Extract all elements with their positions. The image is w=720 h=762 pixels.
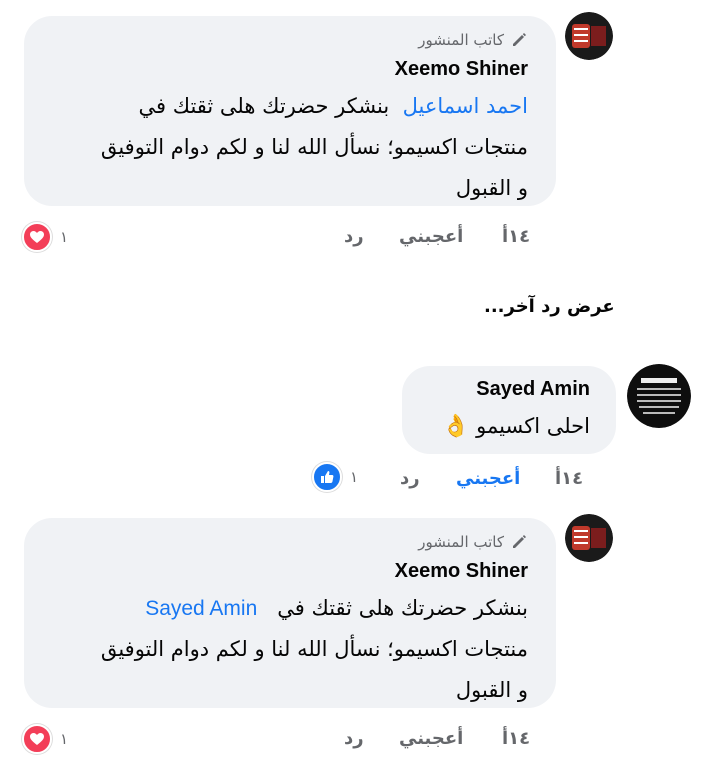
author-badge: كاتب المنشور <box>418 31 528 49</box>
reply-link[interactable]: رد <box>344 226 364 247</box>
like-icon <box>312 462 342 492</box>
author-badge-label: كاتب المنشور <box>418 533 504 551</box>
like-link[interactable]: أعجبني <box>456 468 520 489</box>
comment-time[interactable]: ١٤أ <box>502 226 530 247</box>
xeemo-logo-icon <box>565 12 613 60</box>
comment-bubble: Sayed Amin احلى اكسيمو 👌 <box>402 366 616 454</box>
comment-text: احمد اسماعيل بنشكر حضرتك هلى ثقتك في منت… <box>28 86 528 209</box>
ok-hand-emoji-icon: 👌 <box>442 414 470 439</box>
comment-text: بنشكر حضرتك هلى ثقتك في Sayed Amin منتجا… <box>28 588 528 711</box>
avatar-xeemo[interactable] <box>565 514 613 562</box>
comment-text-line: بنشكر حضرتك هلى ثقتك في <box>138 94 390 118</box>
author-badge: كاتب المنشور <box>418 533 528 551</box>
reaction-summary[interactable]: ١ <box>22 222 68 252</box>
avatar-sayed[interactable] <box>627 364 691 428</box>
comment-text: احلى اكسيمو 👌 <box>410 406 590 447</box>
author-name[interactable]: Xeemo Shiner <box>395 560 528 583</box>
reaction-count: ١ <box>60 730 69 748</box>
comment-time[interactable]: ١٤أ <box>555 468 583 489</box>
comment-text-line: بنشكر حضرتك هلى ثقتك في <box>277 596 528 620</box>
comment-text-line: احلى اكسيمو <box>476 414 590 438</box>
comment-time[interactable]: ١٤أ <box>502 728 530 749</box>
like-link[interactable]: أعجبني <box>399 226 463 247</box>
author-name[interactable]: Sayed Amin <box>476 378 590 401</box>
pencil-icon <box>513 535 526 548</box>
comment-text-line: و القبول <box>455 176 528 200</box>
pencil-icon <box>513 33 526 46</box>
reply-link[interactable]: رد <box>344 728 364 749</box>
heart-icon <box>22 724 52 754</box>
comment-text-line: و القبول <box>455 678 528 702</box>
reaction-summary[interactable]: ١ <box>22 724 68 754</box>
author-name[interactable]: Xeemo Shiner <box>395 58 528 81</box>
comment-bubble: كاتب المنشور Xeemo Shiner احمد اسماعيل ب… <box>24 16 556 206</box>
like-link[interactable]: أعجبني <box>399 728 463 749</box>
reaction-summary[interactable]: ١ <box>312 462 358 492</box>
profile-photo-icon <box>627 364 691 428</box>
reaction-count: ١ <box>60 228 69 246</box>
reaction-count: ١ <box>350 468 359 486</box>
avatar-xeemo[interactable] <box>565 12 613 60</box>
mention-link[interactable]: Sayed Amin <box>145 597 257 620</box>
reply-link[interactable]: رد <box>400 468 420 489</box>
mention-link[interactable]: احمد اسماعيل <box>403 94 528 118</box>
heart-icon <box>22 222 52 252</box>
comment-text-line: منتجات اكسيمو؛ نسأل الله لنا و لكم دوام … <box>100 135 528 159</box>
comment-bubble: كاتب المنشور Xeemo Shiner بنشكر حضرتك هل… <box>24 518 556 708</box>
view-more-replies[interactable]: عرض رد آخر... <box>484 296 615 317</box>
author-badge-label: كاتب المنشور <box>418 31 504 49</box>
comment-text-line: منتجات اكسيمو؛ نسأل الله لنا و لكم دوام … <box>100 637 528 661</box>
xeemo-logo-icon <box>565 514 613 562</box>
